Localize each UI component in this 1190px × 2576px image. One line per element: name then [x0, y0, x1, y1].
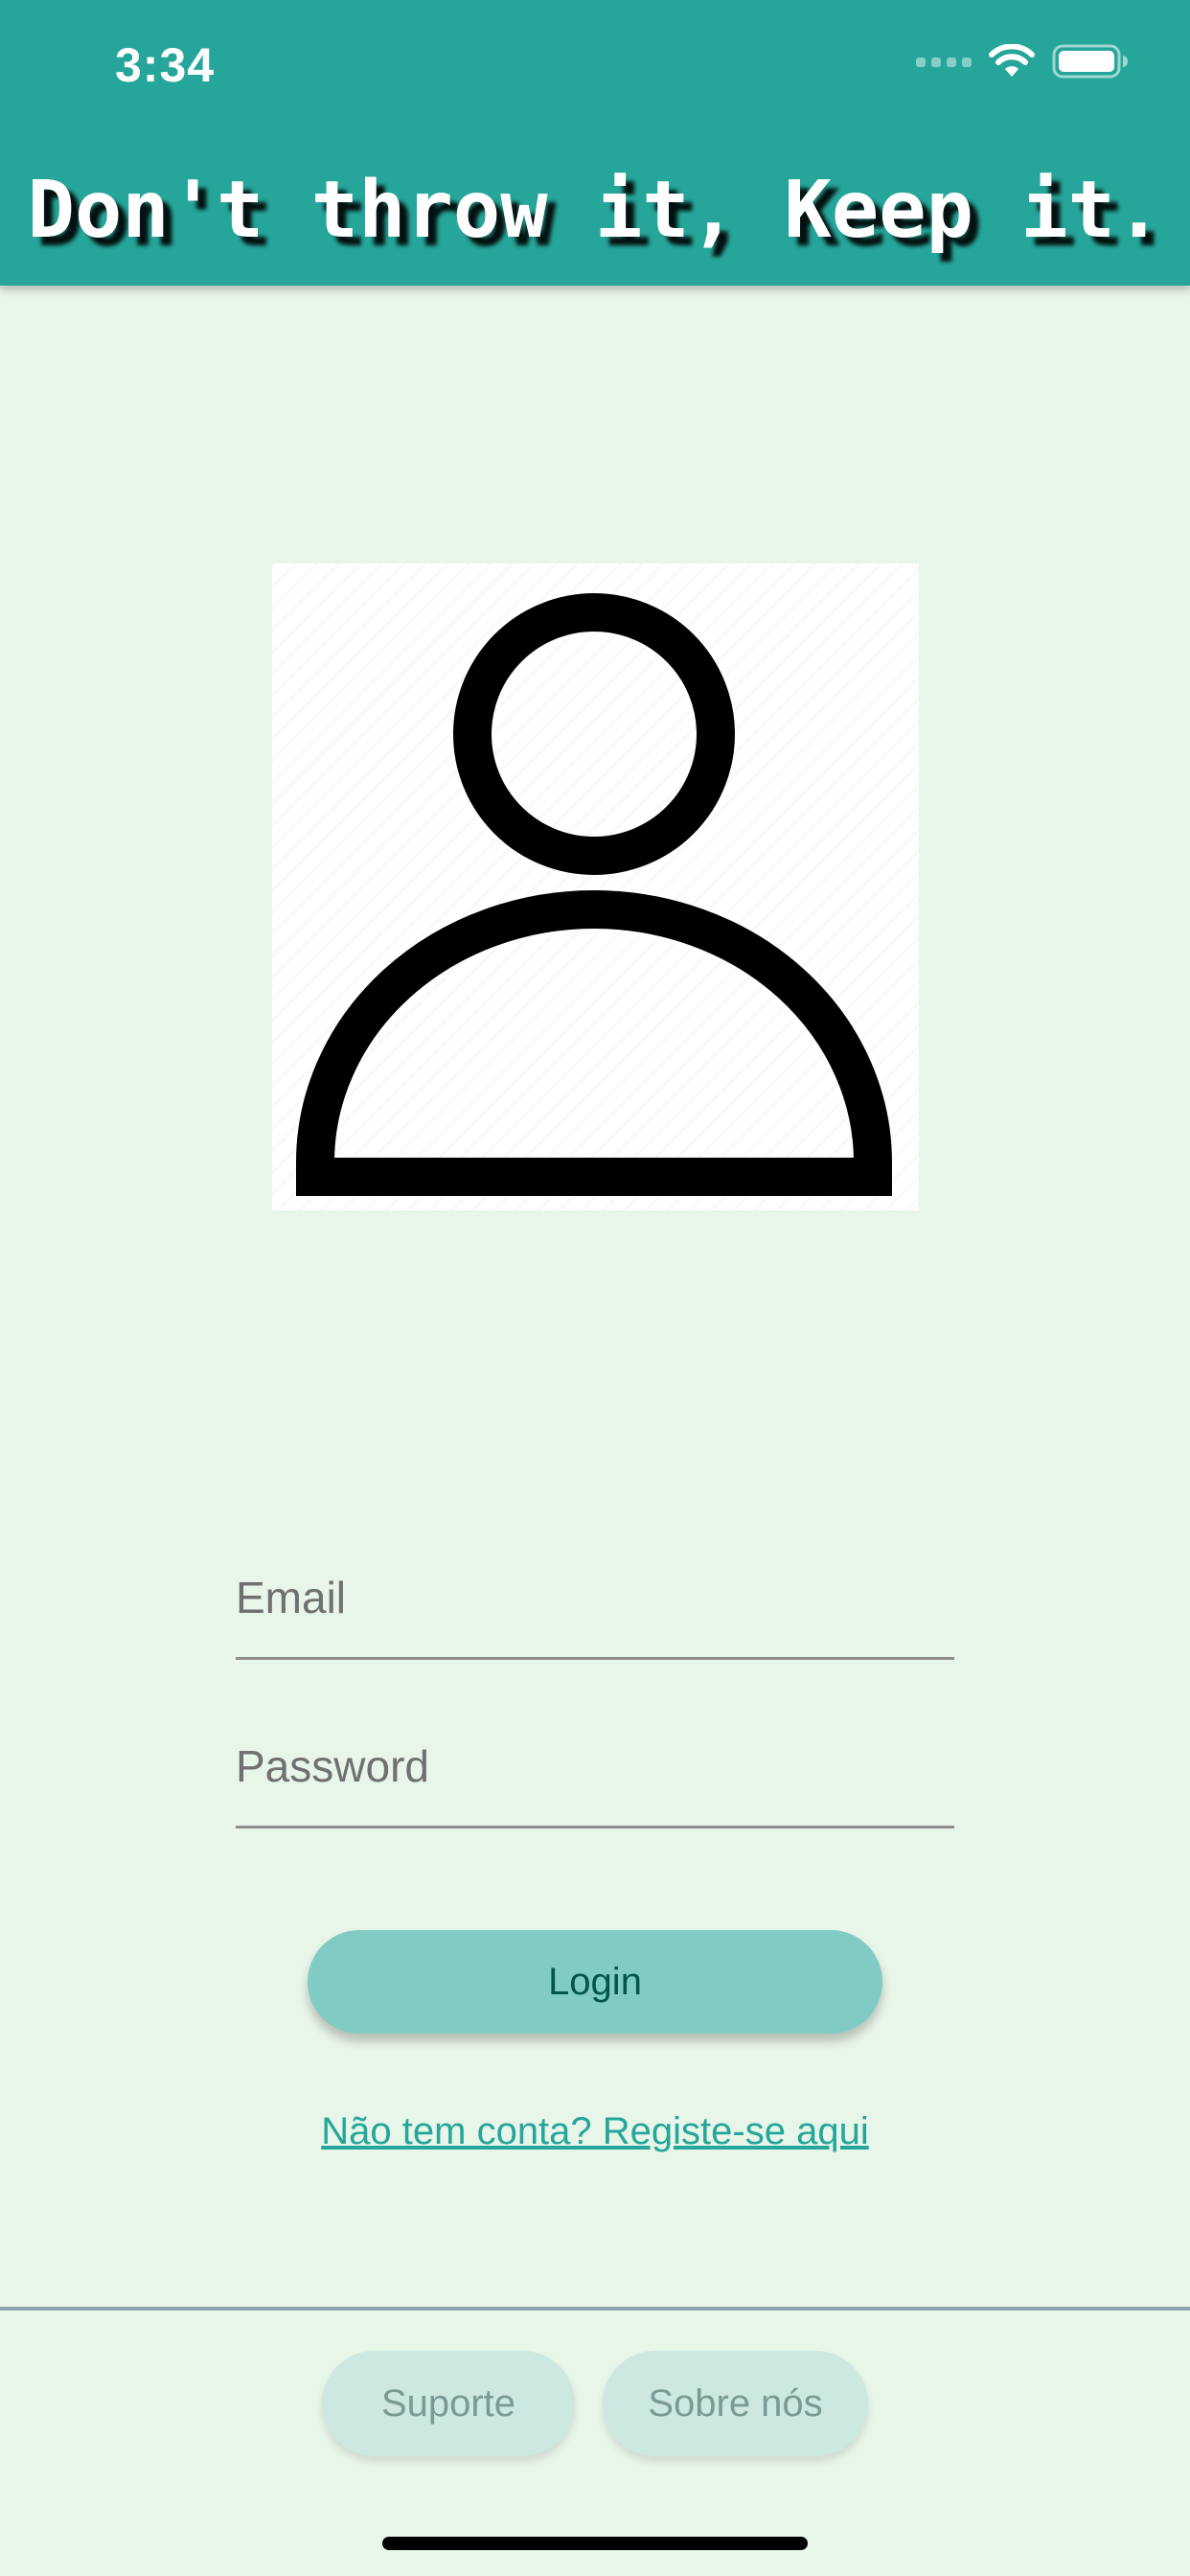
home-indicator[interactable]: [382, 2537, 808, 2550]
email-field[interactable]: [236, 1571, 954, 1624]
app-title: Don't throw it, Keep it.: [27, 165, 1163, 256]
cellular-signal-icon: [916, 55, 972, 73]
status-time: 3:34: [115, 38, 216, 92]
support-button[interactable]: Suporte: [322, 2351, 575, 2456]
user-icon: [296, 593, 892, 1196]
battery-icon: [1052, 44, 1129, 83]
password-field-container: [236, 1694, 954, 1828]
login-button[interactable]: Login: [308, 1930, 882, 2034]
password-field[interactable]: [236, 1739, 954, 1793]
app-bar: 3:34 Don't throw it, Keep it.: [0, 0, 1190, 286]
footer-divider: [0, 2307, 1190, 2311]
email-field-container: [236, 1526, 954, 1660]
wifi-icon: [989, 42, 1035, 83]
register-link[interactable]: Não tem conta? Registe-se aqui: [0, 2104, 1190, 2158]
status-icons: [916, 42, 1129, 84]
about-button[interactable]: Sobre nós: [603, 2351, 868, 2456]
avatar: [272, 564, 919, 1210]
